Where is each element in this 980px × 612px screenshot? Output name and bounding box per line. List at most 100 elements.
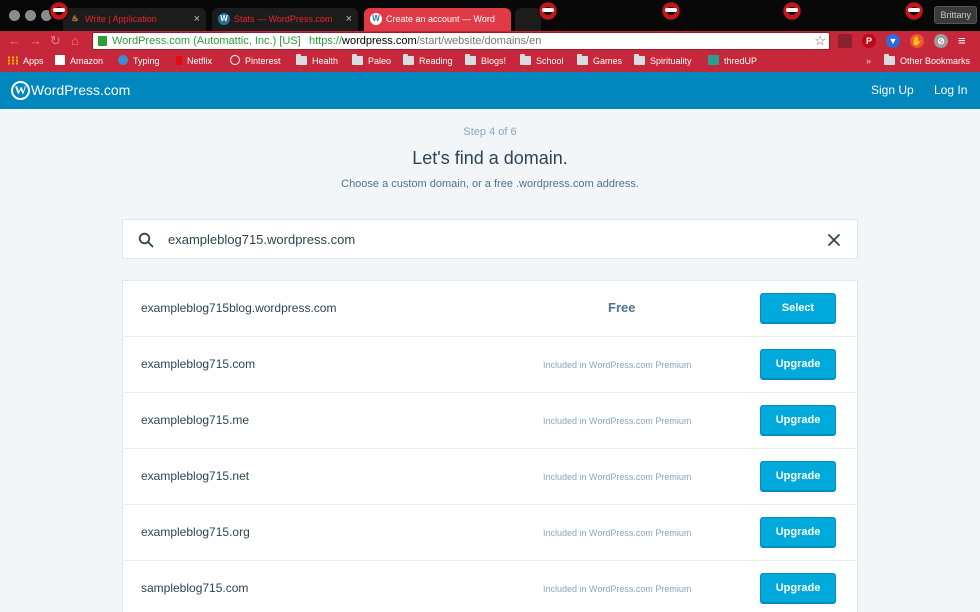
wordpress-logo-icon[interactable]: W [11, 81, 30, 100]
browser-toolbar: ← → ↻ ⌂ WordPress.com (Automattic, Inc.)… [0, 31, 980, 51]
deadpool-theme-icon [538, 1, 558, 21]
bookmark-star-icon[interactable]: ☆ [814, 33, 826, 49]
domain-price: Included in WordPress.com Premium [543, 360, 692, 370]
netflix-icon [176, 56, 182, 65]
home-icon[interactable]: ⌂ [71, 33, 79, 49]
upgrade-domain-button[interactable]: Upgrade [760, 461, 836, 492]
amazon-icon [55, 55, 65, 65]
domain-price: Included in WordPress.com Premium [543, 528, 692, 538]
cast-icon[interactable] [838, 34, 852, 48]
folder-icon [520, 54, 531, 65]
domain-search-input[interactable] [168, 229, 808, 249]
bookmark-pinterest[interactable]: Pinterest [230, 51, 281, 72]
upgrade-domain-button[interactable]: Upgrade [760, 517, 836, 548]
bookmark-blogs[interactable]: Blogs! [465, 51, 506, 72]
domain-name: exampleblog715.org [141, 525, 250, 539]
wordpress-icon: W [218, 13, 230, 25]
thredup-icon [708, 55, 719, 65]
folder-icon [296, 54, 307, 65]
domain-price: Free [608, 300, 636, 315]
domain-name: exampleblog715.com [141, 357, 256, 371]
window-minimize-icon[interactable] [25, 10, 36, 21]
bookmark-apps[interactable]: Apps [7, 51, 44, 72]
bookmark-spirituality[interactable]: Spirituality [634, 51, 692, 72]
pinterest-icon[interactable]: P [862, 34, 876, 48]
tab-close-icon[interactable]: × [346, 8, 352, 30]
domain-search-box [122, 219, 858, 259]
domain-result-row: exampleblog715.net Included in WordPress… [123, 449, 857, 505]
deadpool-theme-icon [904, 1, 924, 21]
bookmarks-bar: Apps Amazon Typing Netflix Pinterest Hea… [0, 51, 980, 72]
adblock-icon[interactable]: ✋ [910, 34, 924, 48]
flame-icon: ♨ [71, 14, 79, 23]
lock-icon [98, 36, 107, 46]
address-bar[interactable]: WordPress.com (Automattic, Inc.) [US] ht… [92, 32, 830, 50]
domain-result-row: sampleblog715.com Included in WordPress.… [123, 561, 857, 612]
clear-search-icon[interactable] [826, 232, 842, 248]
domain-result-row: exampleblog715.me Included in WordPress.… [123, 393, 857, 449]
bookmark-amazon[interactable]: Amazon [55, 51, 103, 72]
pinterest-icon [230, 55, 240, 65]
domain-price: Included in WordPress.com Premium [543, 472, 692, 482]
page-subtitle: Choose a custom domain, or a free .wordp… [341, 178, 639, 190]
folder-icon [352, 54, 363, 65]
upgrade-domain-button[interactable]: Upgrade [760, 349, 836, 380]
apps-grid-icon [7, 56, 18, 65]
tab-create-account[interactable]: W Create an account — Word [364, 8, 511, 31]
disable-extension-icon[interactable]: ⊘ [934, 34, 948, 48]
forward-icon[interactable]: → [29, 33, 42, 49]
tab-stats-wordpress[interactable]: W Stats — WordPress.com × [212, 8, 358, 31]
shield-extension-icon[interactable]: ▼ [886, 34, 900, 48]
profile-button[interactable]: Brittany [934, 6, 977, 24]
bookmark-thredup[interactable]: thredUP [708, 51, 757, 72]
bookmark-typing[interactable]: Typing [118, 51, 160, 72]
bookmark-reading[interactable]: Reading [403, 51, 453, 72]
window-close-icon[interactable] [9, 10, 20, 21]
bookmark-games[interactable]: Games [577, 51, 622, 72]
tab-title: Create an account — Word [386, 14, 495, 24]
domain-name: exampleblog715.me [141, 413, 250, 427]
domain-result-row: exampleblog715.org Included in WordPress… [123, 505, 857, 561]
bookmark-health[interactable]: Health [296, 51, 338, 72]
deadpool-theme-icon [782, 1, 802, 21]
deadpool-theme-icon [49, 1, 69, 21]
folder-icon [634, 54, 645, 65]
domain-price: Included in WordPress.com Premium [543, 584, 692, 594]
other-bookmarks[interactable]: Other Bookmarks [884, 51, 970, 72]
domain-results-list: exampleblog715blog.wordpress.com Free Se… [122, 280, 858, 612]
ev-certificate-label: WordPress.com (Automattic, Inc.) [US] [112, 35, 301, 47]
step-indicator: Step 4 of 6 [463, 126, 517, 138]
tab-write-application[interactable]: ♨ Write | Application × [63, 8, 206, 31]
domain-name: exampleblog715.net [141, 469, 250, 483]
tab-title: Stats — WordPress.com [234, 14, 333, 24]
log-in-link[interactable]: Log In [934, 82, 967, 99]
folder-icon [577, 54, 588, 65]
menu-icon[interactable]: ≡ [958, 33, 966, 49]
upgrade-domain-button[interactable]: Upgrade [760, 573, 836, 604]
domain-name: sampleblog715.com [141, 581, 249, 595]
deadpool-theme-icon [661, 1, 681, 21]
sign-up-link[interactable]: Sign Up [871, 82, 914, 99]
page-title: Let's find a domain. [412, 148, 568, 168]
back-icon[interactable]: ← [8, 33, 21, 49]
bookmarks-overflow-icon[interactable]: » [866, 51, 871, 72]
tab-close-icon[interactable]: × [194, 8, 200, 30]
domain-result-row: exampleblog715blog.wordpress.com Free Se… [123, 281, 857, 337]
bookmark-school[interactable]: School [520, 51, 564, 72]
url-text: https://wordpress.com/start/website/doma… [309, 35, 542, 47]
domain-name: exampleblog715blog.wordpress.com [141, 301, 337, 315]
bookmark-paleo[interactable]: Paleo [352, 51, 391, 72]
search-icon [138, 232, 154, 248]
wordpress-icon: W [370, 13, 382, 25]
brand-name[interactable]: WordPress.com [31, 81, 130, 99]
folder-icon [403, 54, 414, 65]
typing-icon [118, 55, 128, 65]
reload-icon[interactable]: ↻ [50, 33, 61, 49]
select-domain-button[interactable]: Select [760, 293, 836, 324]
tab-title: Write | Application [85, 14, 157, 24]
upgrade-domain-button[interactable]: Upgrade [760, 405, 836, 436]
browser-tab-strip: ♨ Write | Application × W Stats — WordPr… [0, 0, 980, 31]
folder-icon [884, 54, 895, 65]
domain-result-row: exampleblog715.com Included in WordPress… [123, 337, 857, 393]
bookmark-netflix[interactable]: Netflix [176, 51, 212, 72]
